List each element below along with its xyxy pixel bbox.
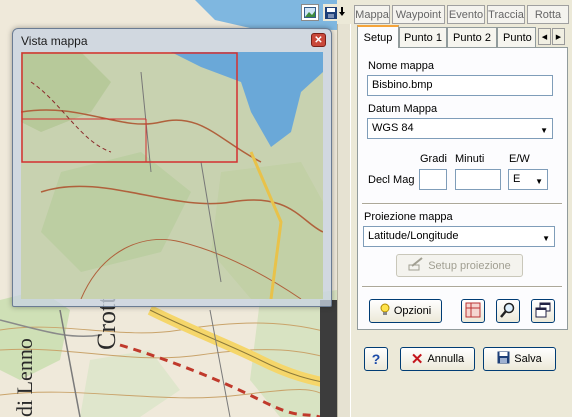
map-tool-button[interactable] <box>461 299 485 323</box>
top-tab-traccia[interactable]: Traccia <box>487 5 525 24</box>
window-title: Vista mappa <box>21 34 88 48</box>
datum-select[interactable]: WGS 84 ▼ <box>367 118 553 139</box>
floppy-icon <box>497 351 510 367</box>
options-label: Opzioni <box>393 305 432 317</box>
question-icon: ? <box>371 351 381 367</box>
chevron-down-icon: ▼ <box>535 177 543 186</box>
tab-punto-3[interactable]: Punto <box>497 27 536 47</box>
gradi-label: Gradi <box>420 153 447 165</box>
decl-mag-label: Decl Mag <box>368 174 415 186</box>
projection-value: Latitude/Longitude <box>368 230 459 242</box>
chevron-down-icon: ▼ <box>540 126 548 135</box>
save-label: Salva <box>514 353 542 365</box>
magnifier-icon <box>500 302 516 321</box>
ew-label: E/W <box>509 153 530 165</box>
image-icon[interactable] <box>301 4 319 21</box>
ew-value: E <box>513 173 521 185</box>
map-label-lenno: di Lenno <box>12 338 37 417</box>
map-preview[interactable] <box>21 52 323 299</box>
cancel-button[interactable]: ✕ Annulla <box>400 347 475 371</box>
decl-gradi-field[interactable] <box>419 169 447 190</box>
projection-select[interactable]: Latitude/Longitude ▼ <box>363 226 555 247</box>
zoom-button[interactable] <box>496 299 520 323</box>
datum-label: Datum Mappa <box>368 103 438 115</box>
projection-label: Proiezione mappa <box>364 211 453 223</box>
map-name-field[interactable]: Bisbino.bmp <box>367 75 553 96</box>
save-dropdown-icon[interactable] <box>323 4 347 21</box>
map-preview-image <box>21 52 323 299</box>
tab-scroll-right-icon[interactable]: ▶ <box>552 28 565 45</box>
settings-tool-icon <box>408 257 424 274</box>
divider <box>362 286 562 288</box>
ew-select[interactable]: E ▼ <box>508 169 548 190</box>
top-tab-rotta[interactable]: Rotta <box>527 5 569 24</box>
tab-punto-2[interactable]: Punto 2 <box>447 27 497 47</box>
help-button[interactable]: ? <box>364 347 388 371</box>
close-icon[interactable]: ✕ <box>311 33 326 47</box>
datum-value: WGS 84 <box>372 122 414 134</box>
map-grid-icon <box>465 302 481 321</box>
top-toolbar: Mappa Waypoint Evento Traccia Rotta <box>298 3 572 24</box>
map-view-window[interactable]: Vista mappa ✕ <box>12 28 332 307</box>
window-tool-button[interactable] <box>531 299 555 323</box>
setup-projection-button[interactable]: Setup proiezione <box>396 254 523 277</box>
panel-splitter[interactable] <box>337 24 351 417</box>
decl-minuti-field[interactable] <box>455 169 501 190</box>
minuti-label: Minuti <box>455 153 485 165</box>
top-tab-waypoint[interactable]: Waypoint <box>392 5 445 24</box>
windows-icon <box>535 302 551 321</box>
tab-setup[interactable]: Setup <box>357 25 399 48</box>
setup-projection-label: Setup proiezione <box>428 259 511 272</box>
cancel-label: Annulla <box>427 353 465 365</box>
map-name-label: Nome mappa <box>368 60 435 72</box>
lightbulb-icon <box>380 303 390 319</box>
tab-punto-1[interactable]: Punto 1 <box>399 27 447 47</box>
tab-scroll-left-icon[interactable]: ◀ <box>538 28 551 45</box>
divider <box>362 203 562 205</box>
chevron-down-icon: ▼ <box>542 234 550 243</box>
top-tab-evento[interactable]: Evento <box>447 5 485 24</box>
cross-icon: ✕ <box>410 351 424 368</box>
save-button[interactable]: Salva <box>483 347 556 371</box>
top-tab-mappa[interactable]: Mappa <box>354 5 390 24</box>
options-button[interactable]: Opzioni <box>369 299 442 323</box>
